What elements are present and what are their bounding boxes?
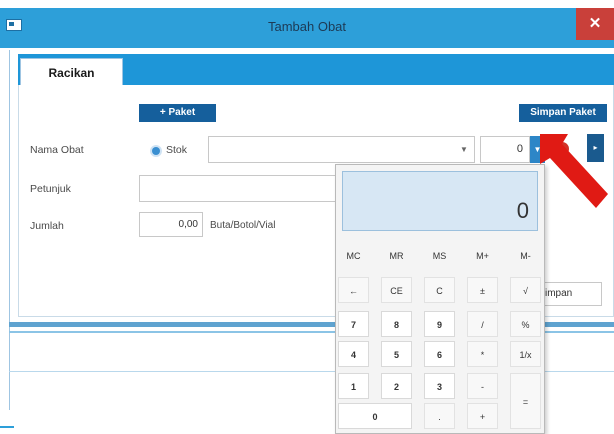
unit-label: Buta/Botol/Vial <box>210 220 276 231</box>
calc-key-divide[interactable]: / <box>467 311 498 337</box>
calc-key-sqrt[interactable]: √ <box>510 277 541 303</box>
calc-key-ms[interactable]: MS <box>424 243 455 269</box>
calc-key-2[interactable]: 2 <box>381 373 412 399</box>
calc-key-7[interactable]: 7 <box>338 311 369 337</box>
calc-key-negate[interactable]: ± <box>467 277 498 303</box>
calc-key-backspace[interactable]: ← <box>338 277 369 303</box>
calc-key-0[interactable]: 0 <box>338 403 412 429</box>
tab-racikan[interactable]: Racikan <box>20 58 123 86</box>
calc-key-mplus[interactable]: M+ <box>467 243 498 269</box>
nama-obat-label: Nama Obat <box>30 144 84 156</box>
calculator-display: 0 <box>342 171 538 231</box>
calc-key-4[interactable]: 4 <box>338 341 369 367</box>
quantity-stepper[interactable]: 0 <box>480 136 530 163</box>
calc-key-decimal[interactable]: . <box>424 403 455 429</box>
add-paket-button[interactable]: + Paket <box>139 104 216 122</box>
calc-key-add[interactable]: + <box>467 403 498 429</box>
calc-key-6[interactable]: 6 <box>424 341 455 367</box>
jumlah-input[interactable]: 0,00 <box>139 212 203 237</box>
calc-key-percent[interactable]: % <box>510 311 541 337</box>
calc-key-1[interactable]: 1 <box>338 373 369 399</box>
close-button[interactable]: ✕ <box>576 8 614 40</box>
chevron-down-icon[interactable]: ▼ <box>458 143 470 157</box>
calc-key-3[interactable]: 3 <box>424 373 455 399</box>
window-title: Tambah Obat <box>267 19 347 34</box>
calc-key-ce[interactable]: CE <box>381 277 412 303</box>
petunjuk-input[interactable] <box>139 175 339 202</box>
calc-key-mr[interactable]: MR <box>381 243 412 269</box>
annotation-arrow-icon <box>540 134 608 208</box>
stok-radio[interactable] <box>152 147 160 155</box>
jumlah-label: Jumlah <box>30 220 64 232</box>
calc-key-5[interactable]: 5 <box>381 341 412 367</box>
calc-key-reciprocal[interactable]: 1/x <box>510 341 541 367</box>
calc-key-equals[interactable]: = <box>510 373 541 429</box>
simpan-button[interactable]: impan <box>540 282 602 306</box>
calc-key-c[interactable]: C <box>424 277 455 303</box>
petunjuk-label: Petunjuk <box>30 183 71 195</box>
accent-mark <box>0 426 14 428</box>
calc-key-8[interactable]: 8 <box>381 311 412 337</box>
calc-key-mminus[interactable]: M- <box>510 243 541 269</box>
simpan-paket-button[interactable]: Simpan Paket <box>519 104 607 122</box>
calc-key-mc[interactable]: MC <box>338 243 369 269</box>
calc-key-9[interactable]: 9 <box>424 311 455 337</box>
calculator-dropdown: 0 MC MR MS M+ M- ← CE C ± √ 7 8 9 / % 4 … <box>335 164 545 434</box>
nama-obat-combobox[interactable] <box>208 136 475 163</box>
stok-radio-label: Stok <box>166 144 188 156</box>
calc-key-multiply[interactable]: * <box>467 341 498 367</box>
calc-key-subtract[interactable]: - <box>467 373 498 399</box>
